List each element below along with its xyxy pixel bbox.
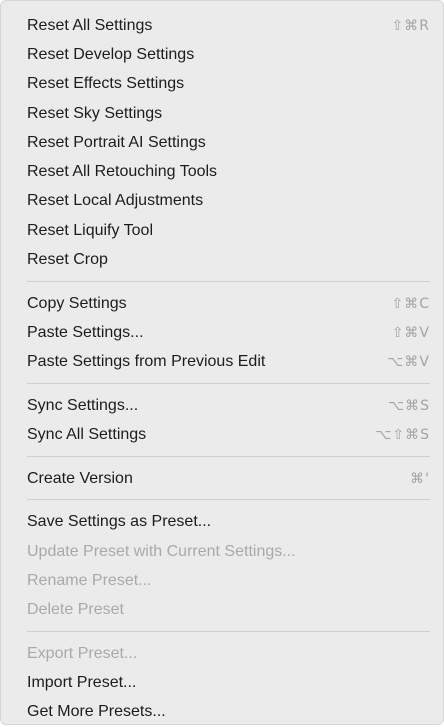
menu-item-label: Reset Liquify Tool [27, 221, 153, 239]
menu-item-sync-all-settings[interactable]: Sync All Settings ⌥⇧⌘S [1, 420, 443, 449]
menu-separator [27, 382, 430, 384]
menu-item-reset-all-settings[interactable]: Reset All Settings ⇧⌘R [1, 11, 443, 40]
menu-separator [27, 499, 430, 501]
keyboard-shortcut: ⌥⇧⌘S [375, 427, 430, 444]
menu-item-create-version[interactable]: Create Version ⌘' [1, 464, 443, 493]
keyboard-shortcut: ⌘' [410, 470, 430, 487]
menu-item-export-preset: Export Preset... [1, 639, 443, 668]
menu-item-reset-all-retouching-tools[interactable]: Reset All Retouching Tools [1, 157, 443, 186]
menu-item-label: Reset Sky Settings [27, 104, 163, 122]
menu-item-get-more-presets[interactable]: Get More Presets... [1, 698, 443, 727]
menu-item-reset-develop-settings[interactable]: Reset Develop Settings [1, 40, 443, 69]
menu-item-label: Update Preset with Current Settings... [27, 542, 296, 560]
menu-item-label: Sync Settings... [27, 396, 139, 414]
menu-item-label: Reset Local Adjustments [27, 192, 204, 210]
menu-item-label: Delete Preset [27, 601, 124, 619]
menu-item-label: Export Preset... [27, 644, 138, 662]
menu-item-label: Import Preset... [27, 674, 137, 692]
menu-item-label: Reset Effects Settings [27, 75, 185, 93]
menu-item-label: Paste Settings from Previous Edit [27, 353, 266, 371]
menu-item-label: Reset Portrait AI Settings [27, 133, 206, 151]
menu-item-label: Reset Develop Settings [27, 45, 195, 63]
keyboard-shortcut: ⌥⌘S [387, 397, 430, 414]
context-menu: Reset All Settings ⇧⌘R Reset Develop Setti… [0, 0, 444, 725]
menu-item-label: Sync All Settings [27, 426, 147, 444]
menu-item-reset-effects-settings[interactable]: Reset Effects Settings [1, 70, 443, 99]
menu-separator [27, 280, 430, 282]
menu-item-label: Reset All Settings [27, 16, 153, 34]
menu-item-label: Create Version [27, 469, 133, 487]
menu-item-label: Get More Presets... [27, 703, 166, 721]
menu-item-sync-settings[interactable]: Sync Settings... ⌥⌘S [1, 391, 443, 420]
menu-separator [27, 630, 430, 632]
menu-item-label: Paste Settings... [27, 323, 144, 341]
menu-item-update-preset-with-current-settings: Update Preset with Current Settings... [1, 537, 443, 566]
menu-item-reset-sky-settings[interactable]: Reset Sky Settings [1, 99, 443, 128]
menu-item-rename-preset: Rename Preset... [1, 566, 443, 595]
menu-separator [27, 455, 430, 457]
keyboard-shortcut: ⇧⌘C [391, 295, 430, 312]
menu-item-paste-settings[interactable]: Paste Settings... ⇧⌘V [1, 318, 443, 347]
menu-item-reset-liquify-tool[interactable]: Reset Liquify Tool [1, 216, 443, 245]
menu-item-label: Reset Crop [27, 251, 108, 269]
keyboard-shortcut: ⇧⌘R [391, 17, 430, 34]
keyboard-shortcut: ⇧⌘V [391, 324, 430, 341]
menu-item-label: Rename Preset... [27, 571, 152, 589]
menu-item-label: Reset All Retouching Tools [27, 163, 218, 181]
menu-item-label: Save Settings as Preset... [27, 513, 212, 531]
menu-item-reset-crop[interactable]: Reset Crop [1, 245, 443, 274]
menu-item-copy-settings[interactable]: Copy Settings ⇧⌘C [1, 289, 443, 318]
menu-item-label: Copy Settings [27, 294, 127, 312]
menu-item-import-preset[interactable]: Import Preset... [1, 668, 443, 697]
menu-item-delete-preset: Delete Preset [1, 596, 443, 625]
menu-item-reset-portrait-ai-settings[interactable]: Reset Portrait AI Settings [1, 128, 443, 157]
menu-item-paste-settings-from-previous-edit[interactable]: Paste Settings from Previous Edit ⌥⌘V [1, 348, 443, 377]
menu-item-save-settings-as-preset[interactable]: Save Settings as Preset... [1, 508, 443, 537]
menu-item-reset-local-adjustments[interactable]: Reset Local Adjustments [1, 187, 443, 216]
keyboard-shortcut: ⌥⌘V [387, 354, 430, 371]
